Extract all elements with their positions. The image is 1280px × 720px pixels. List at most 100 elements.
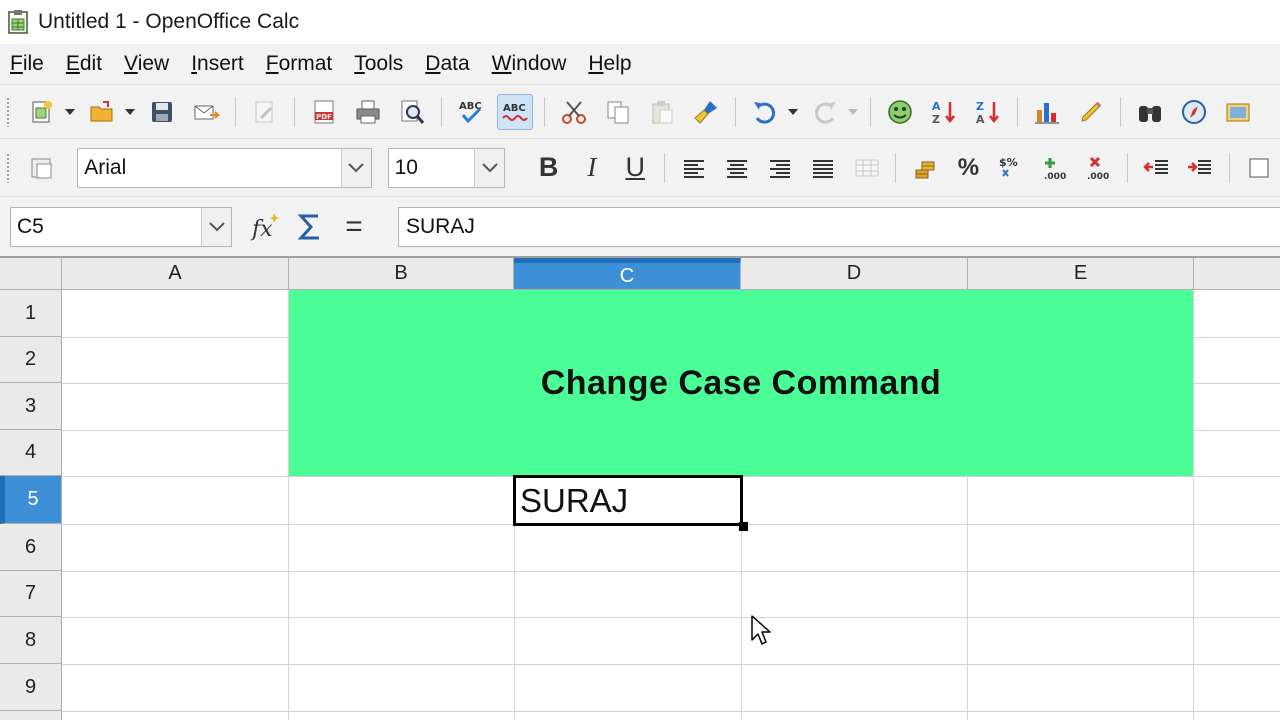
- menu-edit[interactable]: Edit: [66, 52, 102, 76]
- toolbar-grip[interactable]: [6, 96, 10, 127]
- borders-icon: [1249, 158, 1269, 177]
- column-header-f-partial[interactable]: [1194, 258, 1280, 290]
- menu-help[interactable]: Help: [588, 52, 631, 76]
- justify-button[interactable]: [806, 150, 841, 186]
- menu-tools[interactable]: Tools: [354, 52, 403, 76]
- undo-dropdown-arrow[interactable]: [787, 94, 799, 130]
- menu-window[interactable]: Window: [492, 52, 567, 76]
- new-dropdown-arrow[interactable]: [64, 94, 76, 130]
- formula-input[interactable]: SURAJ: [398, 207, 1280, 247]
- align-right-button[interactable]: [762, 150, 797, 186]
- menu-data[interactable]: Data: [425, 52, 469, 76]
- standard-format-button[interactable]: $%: [994, 150, 1029, 186]
- fill-handle[interactable]: [739, 522, 748, 531]
- function-wizard-button[interactable]: fx: [246, 207, 286, 247]
- new-document-button[interactable]: [24, 94, 60, 130]
- underline-button[interactable]: U: [618, 152, 653, 183]
- navigator-globe-button[interactable]: [882, 94, 918, 130]
- toolbar-grip[interactable]: [6, 152, 10, 183]
- percent-format-button[interactable]: %: [951, 154, 986, 182]
- add-decimal-button[interactable]: .000: [1037, 150, 1072, 186]
- binoculars-icon: [1139, 105, 1161, 122]
- find-replace-button[interactable]: [1132, 94, 1168, 130]
- gallery-button[interactable]: [1220, 94, 1256, 130]
- align-center-button[interactable]: [719, 150, 754, 186]
- font-name-value[interactable]: Arial: [78, 149, 340, 187]
- paste-button[interactable]: [644, 94, 680, 130]
- font-size-dropdown-button[interactable]: [474, 148, 505, 187]
- coins-icon: [915, 161, 935, 178]
- navigator-button[interactable]: [1176, 94, 1212, 130]
- export-pdf-button[interactable]: PDF: [306, 94, 342, 130]
- spellcheck-button[interactable]: ABC: [453, 94, 489, 130]
- toolbar-separator: [663, 152, 665, 183]
- row-header-9[interactable]: 9: [0, 664, 62, 711]
- column-header-d[interactable]: D: [741, 258, 968, 290]
- bold-button[interactable]: B: [531, 152, 566, 183]
- menu-insert[interactable]: Insert: [191, 52, 244, 76]
- decrease-indent-button[interactable]: [1139, 150, 1174, 186]
- clone-formatting-button[interactable]: [688, 94, 724, 130]
- edit-file-button[interactable]: [247, 94, 283, 130]
- email-button[interactable]: [188, 94, 224, 130]
- font-name-combobox[interactable]: Arial: [77, 147, 372, 188]
- autospellcheck-button[interactable]: ABC: [497, 93, 533, 130]
- function-button[interactable]: =: [334, 207, 374, 247]
- currency-format-button[interactable]: [907, 150, 942, 186]
- cut-button[interactable]: [556, 94, 592, 130]
- copy-button[interactable]: [600, 94, 636, 130]
- redo-button[interactable]: [807, 94, 843, 130]
- increase-indent-button[interactable]: [1182, 150, 1217, 186]
- borders-button[interactable]: [1241, 150, 1276, 186]
- row-header-3[interactable]: 3: [0, 383, 62, 430]
- align-left-button[interactable]: [676, 150, 711, 186]
- active-cell-c5[interactable]: SURAJ: [513, 475, 743, 526]
- name-box-dropdown-button[interactable]: [201, 207, 231, 246]
- toolbar-separator: [544, 96, 545, 127]
- row-header-2[interactable]: 2: [0, 337, 62, 383]
- column-header-b[interactable]: B: [289, 258, 514, 290]
- menu-view[interactable]: View: [124, 52, 169, 76]
- merge-cells-button[interactable]: [849, 150, 884, 186]
- delete-decimal-button[interactable]: .000: [1081, 150, 1116, 186]
- function-wizard-icon: fx: [250, 212, 280, 242]
- save-button[interactable]: [144, 94, 180, 130]
- print-button[interactable]: [350, 94, 386, 130]
- insert-chart-button[interactable]: [1029, 94, 1065, 130]
- row-header-4[interactable]: 4: [0, 430, 62, 476]
- open-button[interactable]: [84, 94, 120, 130]
- draw-functions-button[interactable]: [1073, 94, 1109, 130]
- row-header-6[interactable]: 6: [0, 524, 62, 571]
- column-header-a[interactable]: A: [62, 258, 289, 290]
- undo-button[interactable]: [747, 94, 783, 130]
- sort-ascending-button[interactable]: AZ: [926, 94, 962, 130]
- redo-dropdown-arrow[interactable]: [847, 94, 859, 130]
- print-preview-button[interactable]: [394, 94, 430, 130]
- merge-cells-icon: [855, 159, 879, 176]
- font-name-dropdown-button[interactable]: [340, 148, 371, 187]
- open-dropdown-arrow[interactable]: [124, 94, 136, 130]
- row-header-5[interactable]: 5: [0, 476, 62, 524]
- column-header-e[interactable]: E: [968, 258, 1194, 290]
- spreadsheet-grid[interactable]: A B C D E 1 2 3 4 5 6 7 8 9 Change Case …: [0, 256, 1280, 720]
- row-header-8[interactable]: 8: [0, 617, 62, 664]
- name-box-value[interactable]: C5: [11, 208, 201, 246]
- row-header-7[interactable]: 7: [0, 571, 62, 617]
- column-header-c[interactable]: C: [514, 258, 741, 290]
- row-header-1[interactable]: 1: [0, 290, 62, 337]
- select-all-corner[interactable]: [0, 258, 62, 290]
- styles-button[interactable]: [24, 150, 59, 186]
- font-size-combobox[interactable]: 10: [387, 147, 506, 188]
- name-box[interactable]: C5: [10, 206, 232, 247]
- gridline: [1193, 290, 1194, 720]
- font-size-value[interactable]: 10: [389, 149, 475, 187]
- merged-cell-b1-e4[interactable]: Change Case Command: [289, 290, 1193, 476]
- pdf-icon: PDF: [314, 100, 334, 123]
- sort-descending-button[interactable]: ZA: [970, 94, 1006, 130]
- sum-button[interactable]: [290, 207, 330, 247]
- menu-format[interactable]: Format: [266, 52, 333, 76]
- italic-button[interactable]: I: [574, 152, 609, 183]
- row-header-10-partial[interactable]: [0, 711, 62, 720]
- menu-file[interactable]: File: [10, 52, 44, 76]
- decrease-indent-icon: [1142, 159, 1168, 174]
